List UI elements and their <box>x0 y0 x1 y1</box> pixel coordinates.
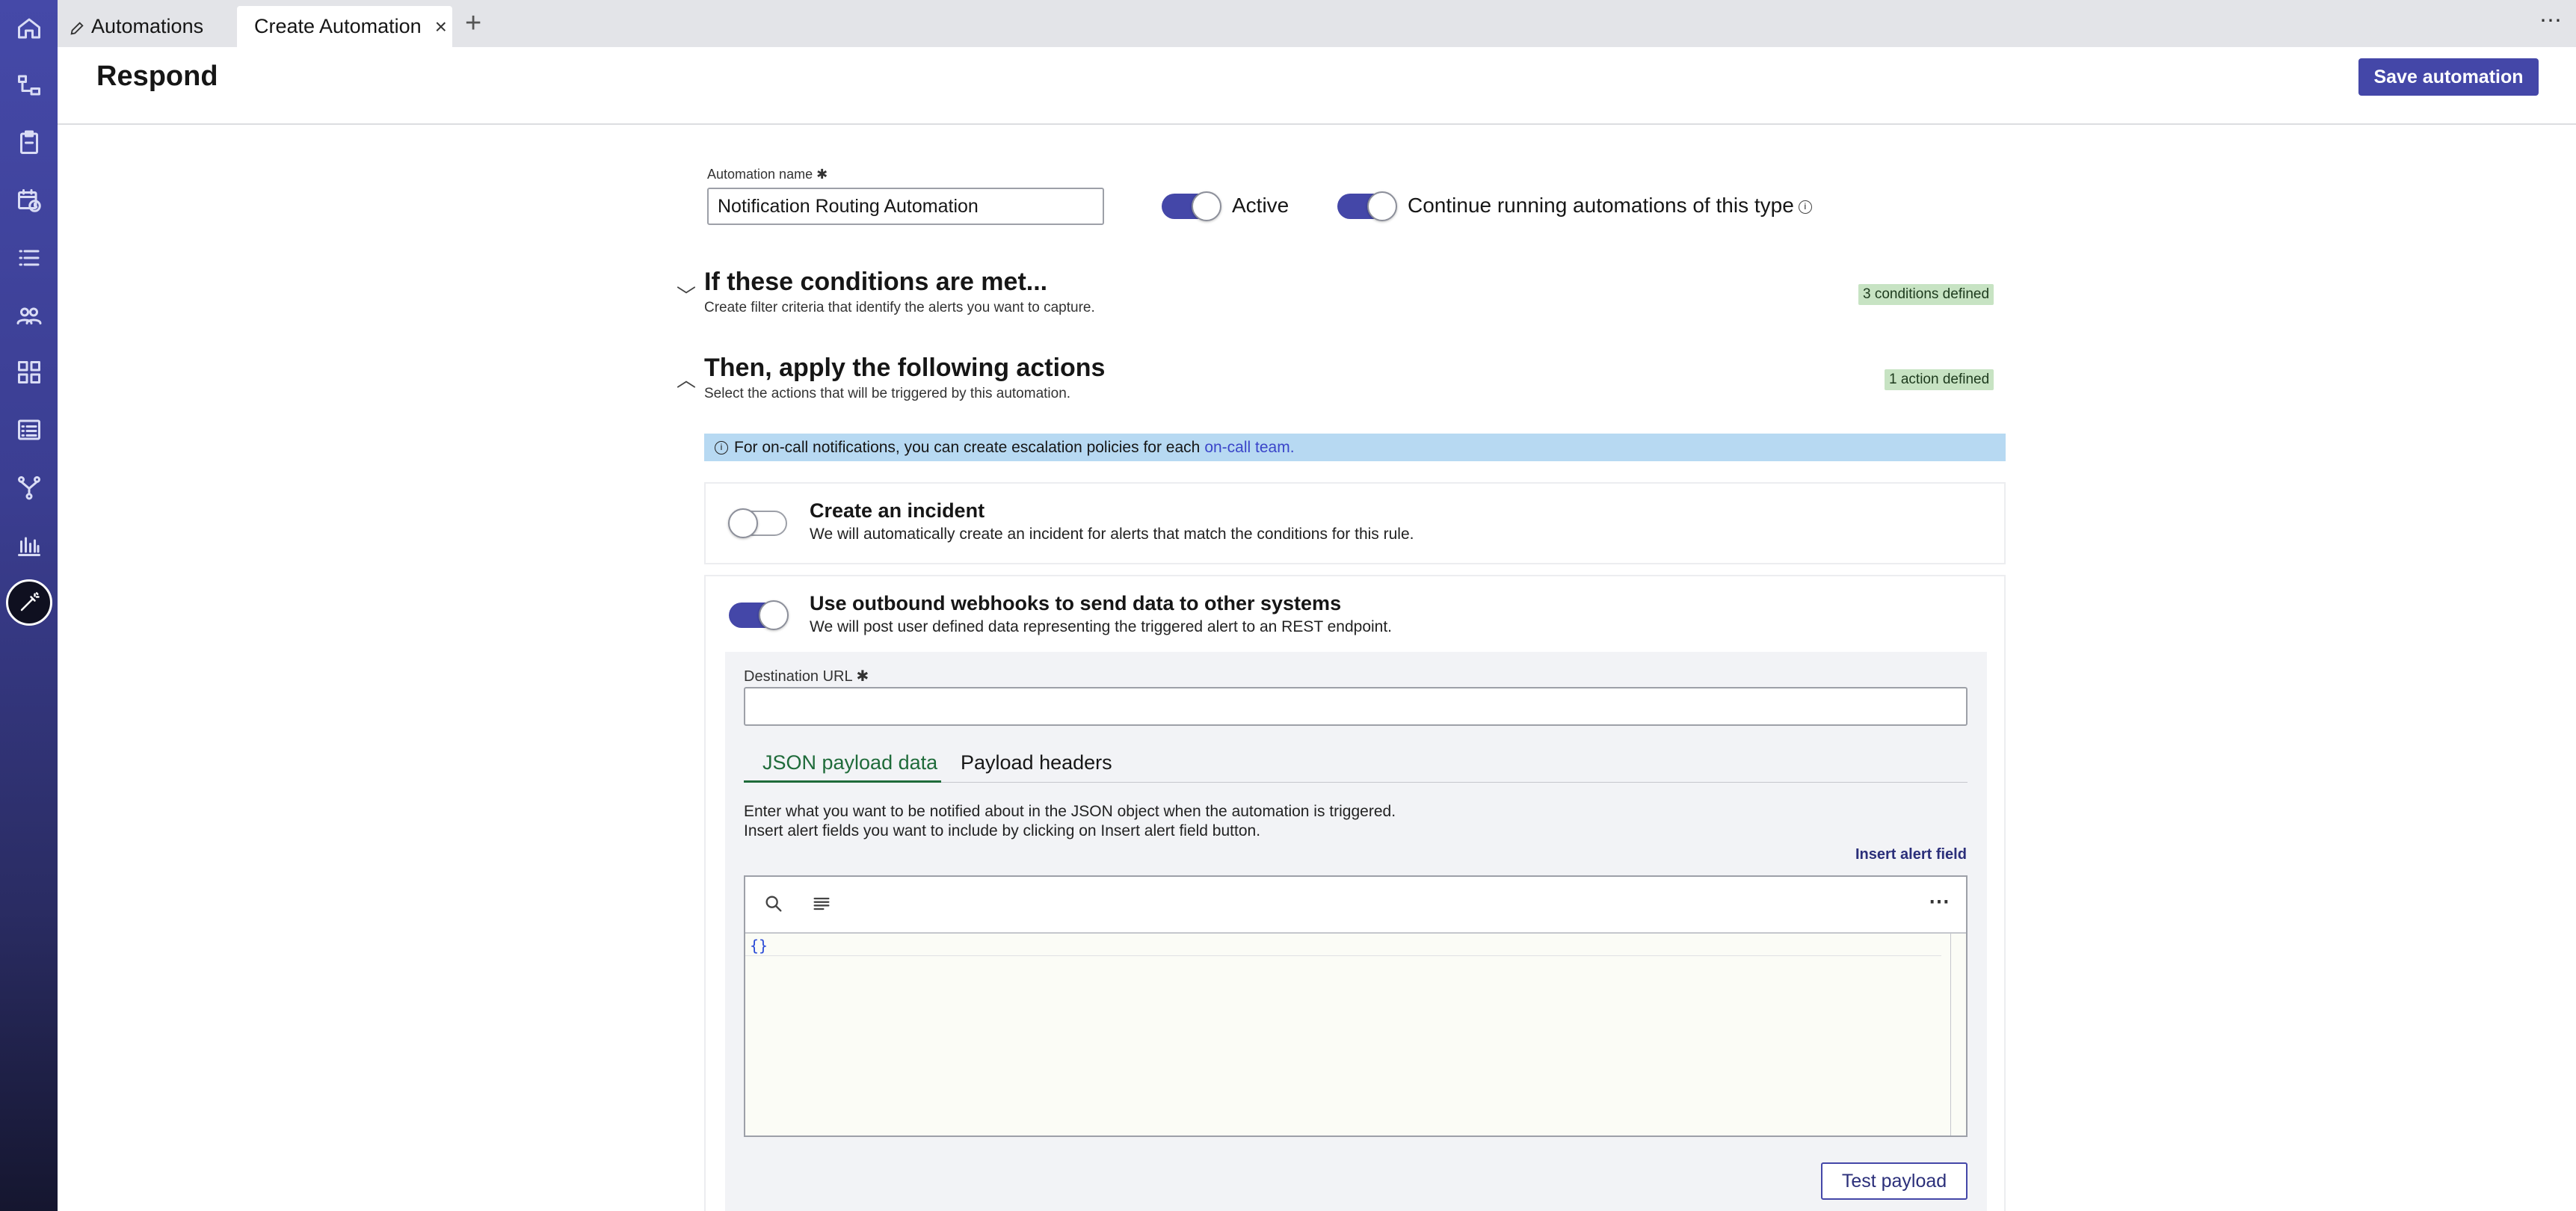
page-title: Respond <box>96 61 218 92</box>
continue-running-toggle[interactable] <box>1337 191 1397 221</box>
tab-label: Create Automation <box>254 15 422 37</box>
actions-section-title[interactable]: Then, apply the following actions <box>704 354 1105 383</box>
test-payload-button[interactable]: Test payload <box>1821 1162 1968 1200</box>
create-incident-title: Create an incident <box>810 499 985 522</box>
create-incident-card <box>704 482 2006 564</box>
home-icon[interactable] <box>0 6 58 51</box>
tab-label: Automations <box>91 15 204 37</box>
on-call-info-banner: i For on-call notifications, you can cre… <box>704 434 2006 461</box>
insert-alert-field-link[interactable]: Insert alert field <box>1855 846 1967 863</box>
conditions-section-subtitle: Create filter criteria that identify the… <box>704 300 1095 315</box>
info-icon[interactable]: i <box>1798 200 1812 214</box>
tab-bar: Automations Create Automation × + ⋯ <box>58 0 2576 47</box>
tab-json-payload-data[interactable]: JSON payload data <box>762 751 937 774</box>
editor-code[interactable]: {} <box>750 937 768 955</box>
automation-name-label: Automation name ✱ <box>707 167 828 182</box>
active-toggle[interactable] <box>1162 191 1221 221</box>
pencil-icon <box>69 19 85 35</box>
toggle-knob <box>1367 191 1397 221</box>
chevron-up-icon[interactable]: ︿ <box>677 365 696 392</box>
chevron-down-icon[interactable]: ﹀ <box>677 281 696 309</box>
webhooks-subtitle: We will post user defined data represent… <box>810 618 1393 635</box>
create-incident-toggle[interactable] <box>728 508 787 538</box>
sidebar <box>0 0 58 1211</box>
editor-scrollbar-gutter[interactable] <box>1950 934 1951 1135</box>
actions-section-subtitle: Select the actions that will be triggere… <box>704 386 1071 401</box>
banner-text: For on-call notifications, you can creat… <box>734 438 1201 456</box>
calendar-clock-icon[interactable] <box>0 178 58 223</box>
format-icon[interactable] <box>811 893 832 914</box>
conditions-section-title[interactable]: If these conditions are met... <box>704 268 1047 297</box>
more-options-icon[interactable]: ⋯ <box>2539 7 2563 34</box>
automation-name-input[interactable]: Notification Routing Automation <box>707 188 1104 225</box>
page-header: Respond Save automation <box>58 47 2576 125</box>
list-icon[interactable] <box>0 235 58 280</box>
add-tab-button[interactable]: + <box>465 7 481 40</box>
grid-icon[interactable] <box>0 350 58 395</box>
editor-line-divider <box>745 955 1941 956</box>
toggle-knob <box>1192 191 1221 221</box>
clipboard-icon[interactable] <box>0 120 58 165</box>
search-icon[interactable] <box>763 893 784 914</box>
toggle-knob <box>759 600 789 630</box>
editor-toolbar: ⋯ <box>745 877 1966 934</box>
tab-payload-headers[interactable]: Payload headers <box>961 751 1112 774</box>
team-icon[interactable] <box>0 293 58 338</box>
payload-description-line2: Insert alert fields you want to include … <box>744 822 1261 839</box>
info-icon: i <box>715 440 728 454</box>
destination-url-input[interactable] <box>744 687 1968 726</box>
workflow-icon[interactable] <box>0 63 58 108</box>
editor-more-icon[interactable]: ⋯ <box>1929 889 1950 913</box>
actions-count-badge: 1 action defined <box>1885 369 1994 390</box>
automation-wand-icon[interactable] <box>0 579 58 626</box>
active-tab-indicator <box>744 780 941 783</box>
tab-create-automation[interactable]: Create Automation × <box>237 6 452 47</box>
tab-automations[interactable]: Automations <box>69 6 203 47</box>
save-automation-button[interactable]: Save automation <box>2358 58 2539 96</box>
payload-description-line1: Enter what you want to be notified about… <box>744 803 1396 820</box>
json-editor[interactable]: ⋯ {} <box>744 875 1968 1137</box>
bar-chart-icon[interactable] <box>0 523 58 567</box>
branch-icon[interactable] <box>0 465 58 510</box>
close-icon[interactable]: × <box>435 15 447 39</box>
webhooks-toggle[interactable] <box>729 600 789 630</box>
create-incident-subtitle: We will automatically create an incident… <box>810 526 1414 543</box>
webhooks-title: Use outbound webhooks to send data to ot… <box>810 592 1342 614</box>
destination-url-label: Destination URL ✱ <box>744 668 869 685</box>
toggle-knob <box>728 508 758 538</box>
on-call-team-link[interactable]: on-call team. <box>1204 439 1294 457</box>
continue-running-label: Continue running automations of this typ… <box>1408 194 1812 218</box>
table-list-icon[interactable] <box>0 407 58 452</box>
continue-running-text: Continue running automations of this typ… <box>1408 194 1794 217</box>
conditions-count-badge: 3 conditions defined <box>1858 284 1994 305</box>
active-label: Active <box>1232 194 1289 217</box>
